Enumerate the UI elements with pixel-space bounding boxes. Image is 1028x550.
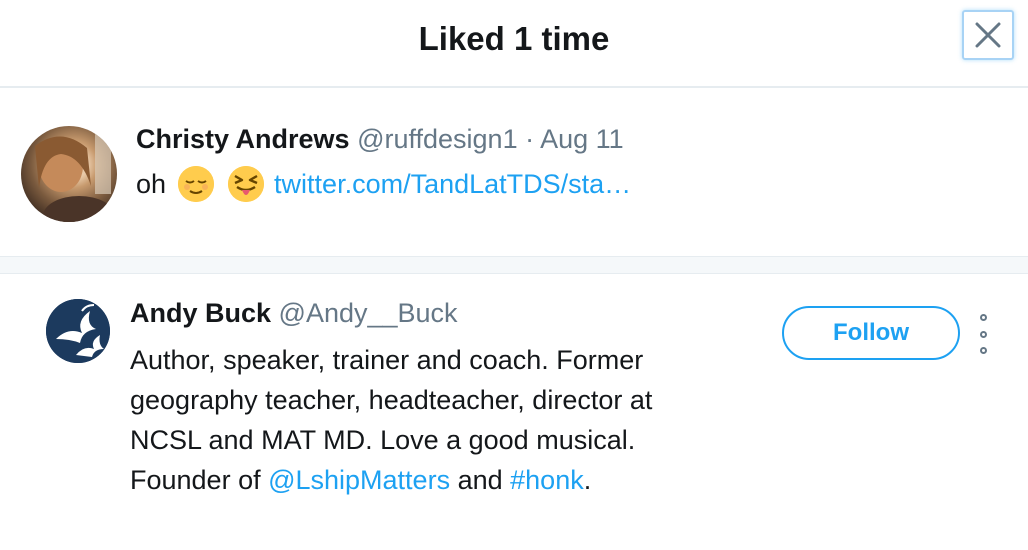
tweet-text: oh twitter.com/TandLatTDS/sta… [136,166,631,202]
close-button[interactable] [962,10,1014,60]
more-dot [979,347,987,354]
author-handle[interactable]: @ruffdesign1 [357,124,518,154]
author-name[interactable]: Christy Andrews [136,124,350,154]
follow-button[interactable]: Follow [782,306,960,360]
avatar[interactable] [21,126,117,222]
user-handle[interactable]: @Andy__Buck [279,298,458,328]
tweet-date[interactable]: Aug 11 [540,124,624,154]
user-list-item[interactable]: Andy Buck @Andy__Buck Author, speaker, t… [0,274,1028,550]
more-options-button[interactable] [972,314,994,354]
user-name[interactable]: Andy Buck [130,298,271,328]
section-divider [0,256,1028,274]
bird-logo-icon [46,299,110,363]
dot-separator: · [525,124,535,154]
tweet-header: Christy Andrews @ruffdesign1 · Aug 11 [136,124,624,155]
close-icon [975,22,1001,48]
bio-end: . [583,465,592,495]
bio-and: and [450,465,511,495]
bio-mention-link[interactable]: @LshipMatters [268,465,450,495]
tweet-text-content: oh [136,168,167,199]
liked-tweet[interactable]: Christy Andrews @ruffdesign1 · Aug 11 oh [0,88,1028,256]
user-header: Andy Buck @Andy__Buck [130,298,458,329]
modal-header: Liked 1 time [0,0,1028,88]
more-vertical-icon [979,314,987,321]
avatar[interactable] [46,299,110,363]
bio-hashtag-link[interactable]: #honk [510,465,584,495]
user-bio: Author, speaker, trainer and coach. Form… [130,340,690,500]
tweet-link[interactable]: twitter.com/TandLatTDS/sta… [274,169,631,200]
squinting-face-with-tongue-emoji-icon [228,166,265,202]
relieved-face-emoji-icon [178,166,215,202]
more-dot [979,330,987,338]
modal-title: Liked 1 time [418,20,610,57]
profile-photo-icon [35,134,115,222]
